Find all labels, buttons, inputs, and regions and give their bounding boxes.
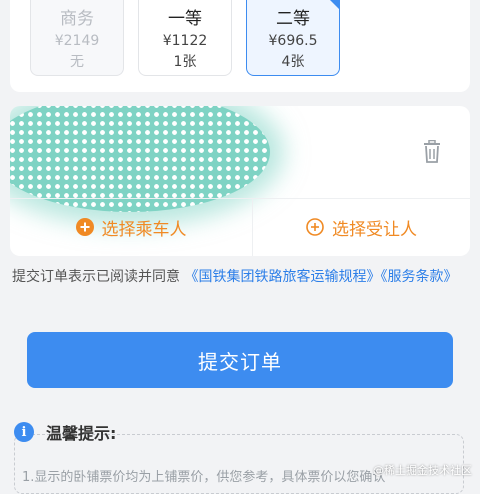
passenger-card: 选择乘车人 选择受让人 <box>10 106 470 256</box>
privacy-mosaic-overlay <box>10 106 270 212</box>
tips-title: 温馨提示: <box>46 424 117 443</box>
seat-option-second-class[interactable]: 二等 ¥696.5 4张 <box>246 0 340 76</box>
add-passenger-button[interactable]: 选择乘车人 <box>10 198 252 256</box>
seat-option-business[interactable]: 商务 ¥2149 无 <box>30 0 124 76</box>
agreement-prefix: 提交订单表示已阅读并同意 <box>12 269 185 285</box>
add-passenger-label: 选择乘车人 <box>101 219 187 240</box>
seat-count: 无 <box>70 54 84 70</box>
add-beneficiary-label: 选择受让人 <box>332 219 417 240</box>
agreement-text: 提交订单表示已阅读并同意 《国铁集团铁路旅客运输规程》《服务条款》 <box>12 266 468 288</box>
plus-circle-filled-icon <box>75 218 94 236</box>
seat-type-card: 商务 ¥2149 无 一等 ¥1122 1张 二等 ¥696.5 4张 <box>10 0 470 92</box>
tips-header: i 温馨提示: <box>14 420 116 444</box>
transport-rules-link[interactable]: 《国铁集团铁路旅客运输规程》 <box>184 269 380 285</box>
info-icon: i <box>14 422 34 442</box>
seat-price: ¥1122 <box>162 33 208 49</box>
selected-corner-mark <box>330 0 340 10</box>
seat-name: 商务 <box>60 9 94 29</box>
plus-circle-outline-icon <box>306 218 324 236</box>
service-terms-link[interactable]: 《服务条款》 <box>380 269 457 285</box>
seat-count: 1张 <box>173 54 197 70</box>
seat-option-first-class[interactable]: 一等 ¥1122 1张 <box>138 0 232 76</box>
seat-count: 4张 <box>281 54 305 70</box>
tips-line: 1.显示的卧铺票价均为上铺票价，供您参考，具体票价以您确认 <box>22 470 386 485</box>
seat-name: 一等 <box>168 9 202 29</box>
trash-icon[interactable] <box>422 140 442 164</box>
seat-name: 二等 <box>276 9 310 29</box>
seat-price: ¥696.5 <box>268 33 318 49</box>
watermark: @稀土掘金技术社区 <box>373 464 472 477</box>
seat-price: ¥2149 <box>54 33 100 49</box>
add-beneficiary-button[interactable]: 选择受让人 <box>253 198 470 256</box>
submit-order-button[interactable]: 提交订单 <box>27 332 453 388</box>
